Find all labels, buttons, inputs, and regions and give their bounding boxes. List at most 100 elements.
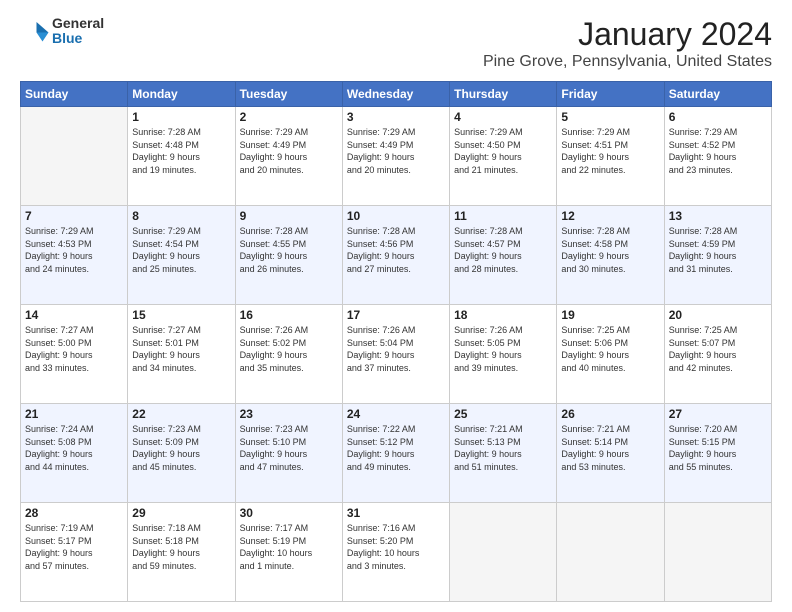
logo: General Blue	[20, 16, 104, 47]
day-header-monday: Monday	[128, 82, 235, 107]
calendar-cell: 29 Sunrise: 7:18 AM Sunset: 5:18 PM Dayli…	[128, 503, 235, 602]
header-row: SundayMondayTuesdayWednesdayThursdayFrid…	[21, 82, 772, 107]
subtitle: Pine Grove, Pennsylvania, United States	[483, 53, 772, 71]
day-info: Sunrise: 7:17 AM Sunset: 5:19 PM Dayligh…	[240, 522, 338, 572]
day-number: 31	[347, 506, 445, 520]
calendar-cell: 26Sunrise: 7:21 AM Sunset: 5:14 PM Dayli…	[557, 404, 664, 503]
day-number: 19	[561, 308, 659, 322]
day-info: Sunrise: 7:20 AM Sunset: 5:15 PM Dayligh…	[669, 423, 767, 473]
day-info: Sunrise: 7:18 AM Sunset: 5:18 PM Dayligh…	[132, 522, 230, 572]
day-number: 14	[25, 308, 123, 322]
logo-icon	[20, 16, 50, 46]
calendar-header: SundayMondayTuesdayWednesdayThursdayFrid…	[21, 82, 772, 107]
day-number: 20	[669, 308, 767, 322]
day-info: Sunrise: 7:29 AM Sunset: 4:52 PM Dayligh…	[669, 126, 767, 176]
day-info: Sunrise: 7:29 AM Sunset: 4:49 PM Dayligh…	[347, 126, 445, 176]
calendar-cell: 4 Sunrise: 7:29 AM Sunset: 4:50 PM Daylig…	[450, 107, 557, 206]
main-title: January 2024	[483, 16, 772, 53]
day-info: Sunrise: 7:23 AM Sunset: 5:10 PM Dayligh…	[240, 423, 338, 473]
calendar-cell	[21, 107, 128, 206]
day-number: 3	[347, 110, 445, 124]
day-number: 26	[561, 407, 659, 421]
day-header-thursday: Thursday	[450, 82, 557, 107]
day-header-friday: Friday	[557, 82, 664, 107]
calendar-cell: 5 Sunrise: 7:29 AM Sunset: 4:51 PM Daylig…	[557, 107, 664, 206]
day-number: 12	[561, 209, 659, 223]
day-number: 15	[132, 308, 230, 322]
calendar-cell: 22Sunrise: 7:23 AM Sunset: 5:09 PM Dayli…	[128, 404, 235, 503]
day-number: 29	[132, 506, 230, 520]
day-info: Sunrise: 7:26 AM Sunset: 5:02 PM Dayligh…	[240, 324, 338, 374]
week-row-1: 1 Sunrise: 7:28 AM Sunset: 4:48 PM Daylig…	[21, 107, 772, 206]
calendar-cell	[557, 503, 664, 602]
day-info: Sunrise: 7:26 AM Sunset: 5:04 PM Dayligh…	[347, 324, 445, 374]
day-info: Sunrise: 7:29 AM Sunset: 4:49 PM Dayligh…	[240, 126, 338, 176]
day-number: 2	[240, 110, 338, 124]
day-info: Sunrise: 7:19 AM Sunset: 5:17 PM Dayligh…	[25, 522, 123, 572]
day-number: 1	[132, 110, 230, 124]
day-number: 6	[669, 110, 767, 124]
day-info: Sunrise: 7:28 AM Sunset: 4:59 PM Dayligh…	[669, 225, 767, 275]
logo-general: General	[52, 16, 104, 31]
day-number: 11	[454, 209, 552, 223]
day-number: 27	[669, 407, 767, 421]
logo-blue: Blue	[52, 31, 104, 46]
calendar-cell: 3 Sunrise: 7:29 AM Sunset: 4:49 PM Daylig…	[342, 107, 449, 206]
day-info: Sunrise: 7:16 AM Sunset: 5:20 PM Dayligh…	[347, 522, 445, 572]
day-info: Sunrise: 7:29 AM Sunset: 4:50 PM Dayligh…	[454, 126, 552, 176]
day-info: Sunrise: 7:26 AM Sunset: 5:05 PM Dayligh…	[454, 324, 552, 374]
day-number: 7	[25, 209, 123, 223]
day-number: 18	[454, 308, 552, 322]
calendar-cell: 30 Sunrise: 7:17 AM Sunset: 5:19 PM Dayli…	[235, 503, 342, 602]
calendar-cell: 17 Sunrise: 7:26 AM Sunset: 5:04 PM Dayli…	[342, 305, 449, 404]
week-row-3: 14 Sunrise: 7:27 AM Sunset: 5:00 PM Dayli…	[21, 305, 772, 404]
day-info: Sunrise: 7:28 AM Sunset: 4:55 PM Dayligh…	[240, 225, 338, 275]
day-number: 4	[454, 110, 552, 124]
calendar-body: 1 Sunrise: 7:28 AM Sunset: 4:48 PM Daylig…	[21, 107, 772, 602]
day-info: Sunrise: 7:22 AM Sunset: 5:12 PM Dayligh…	[347, 423, 445, 473]
calendar-cell: 25 Sunrise: 7:21 AM Sunset: 5:13 PM Dayli…	[450, 404, 557, 503]
day-header-tuesday: Tuesday	[235, 82, 342, 107]
calendar-cell: 15 Sunrise: 7:27 AM Sunset: 5:01 PM Dayli…	[128, 305, 235, 404]
day-number: 25	[454, 407, 552, 421]
day-info: Sunrise: 7:23 AM Sunset: 5:09 PM Dayligh…	[132, 423, 230, 473]
calendar-cell: 27 Sunrise: 7:20 AM Sunset: 5:15 PM Dayli…	[664, 404, 771, 503]
calendar-cell: 10Sunrise: 7:28 AM Sunset: 4:56 PM Dayli…	[342, 206, 449, 305]
day-number: 30	[240, 506, 338, 520]
day-info: Sunrise: 7:27 AM Sunset: 5:01 PM Dayligh…	[132, 324, 230, 374]
page: General Blue January 2024 Pine Grove, Pe…	[0, 0, 792, 612]
calendar-cell: 2 Sunrise: 7:29 AM Sunset: 4:49 PM Daylig…	[235, 107, 342, 206]
week-row-5: 28 Sunrise: 7:19 AM Sunset: 5:17 PM Dayli…	[21, 503, 772, 602]
day-info: Sunrise: 7:29 AM Sunset: 4:54 PM Dayligh…	[132, 225, 230, 275]
calendar-cell: 28 Sunrise: 7:19 AM Sunset: 5:17 PM Dayli…	[21, 503, 128, 602]
day-header-sunday: Sunday	[21, 82, 128, 107]
day-header-saturday: Saturday	[664, 82, 771, 107]
day-number: 9	[240, 209, 338, 223]
day-number: 10	[347, 209, 445, 223]
day-info: Sunrise: 7:25 AM Sunset: 5:07 PM Dayligh…	[669, 324, 767, 374]
calendar-cell: 31 Sunrise: 7:16 AM Sunset: 5:20 PM Dayli…	[342, 503, 449, 602]
calendar-cell: 24 Sunrise: 7:22 AM Sunset: 5:12 PM Dayli…	[342, 404, 449, 503]
calendar-cell: 16Sunrise: 7:26 AM Sunset: 5:02 PM Dayli…	[235, 305, 342, 404]
day-number: 17	[347, 308, 445, 322]
day-number: 28	[25, 506, 123, 520]
calendar-cell: 12 Sunrise: 7:28 AM Sunset: 4:58 PM Dayli…	[557, 206, 664, 305]
day-info: Sunrise: 7:21 AM Sunset: 5:13 PM Dayligh…	[454, 423, 552, 473]
day-info: Sunrise: 7:28 AM Sunset: 4:57 PM Dayligh…	[454, 225, 552, 275]
calendar-cell: 1 Sunrise: 7:28 AM Sunset: 4:48 PM Daylig…	[128, 107, 235, 206]
calendar-cell: 19 Sunrise: 7:25 AM Sunset: 5:06 PM Dayli…	[557, 305, 664, 404]
day-info: Sunrise: 7:24 AM Sunset: 5:08 PM Dayligh…	[25, 423, 123, 473]
calendar-cell: 7Sunrise: 7:29 AM Sunset: 4:53 PM Daylig…	[21, 206, 128, 305]
day-info: Sunrise: 7:29 AM Sunset: 4:51 PM Dayligh…	[561, 126, 659, 176]
day-number: 24	[347, 407, 445, 421]
day-info: Sunrise: 7:27 AM Sunset: 5:00 PM Dayligh…	[25, 324, 123, 374]
day-number: 13	[669, 209, 767, 223]
day-header-wednesday: Wednesday	[342, 82, 449, 107]
day-info: Sunrise: 7:25 AM Sunset: 5:06 PM Dayligh…	[561, 324, 659, 374]
day-number: 5	[561, 110, 659, 124]
week-row-2: 7Sunrise: 7:29 AM Sunset: 4:53 PM Daylig…	[21, 206, 772, 305]
calendar-table: SundayMondayTuesdayWednesdayThursdayFrid…	[20, 81, 772, 602]
day-info: Sunrise: 7:28 AM Sunset: 4:58 PM Dayligh…	[561, 225, 659, 275]
calendar-cell: 11 Sunrise: 7:28 AM Sunset: 4:57 PM Dayli…	[450, 206, 557, 305]
day-info: Sunrise: 7:28 AM Sunset: 4:48 PM Dayligh…	[132, 126, 230, 176]
